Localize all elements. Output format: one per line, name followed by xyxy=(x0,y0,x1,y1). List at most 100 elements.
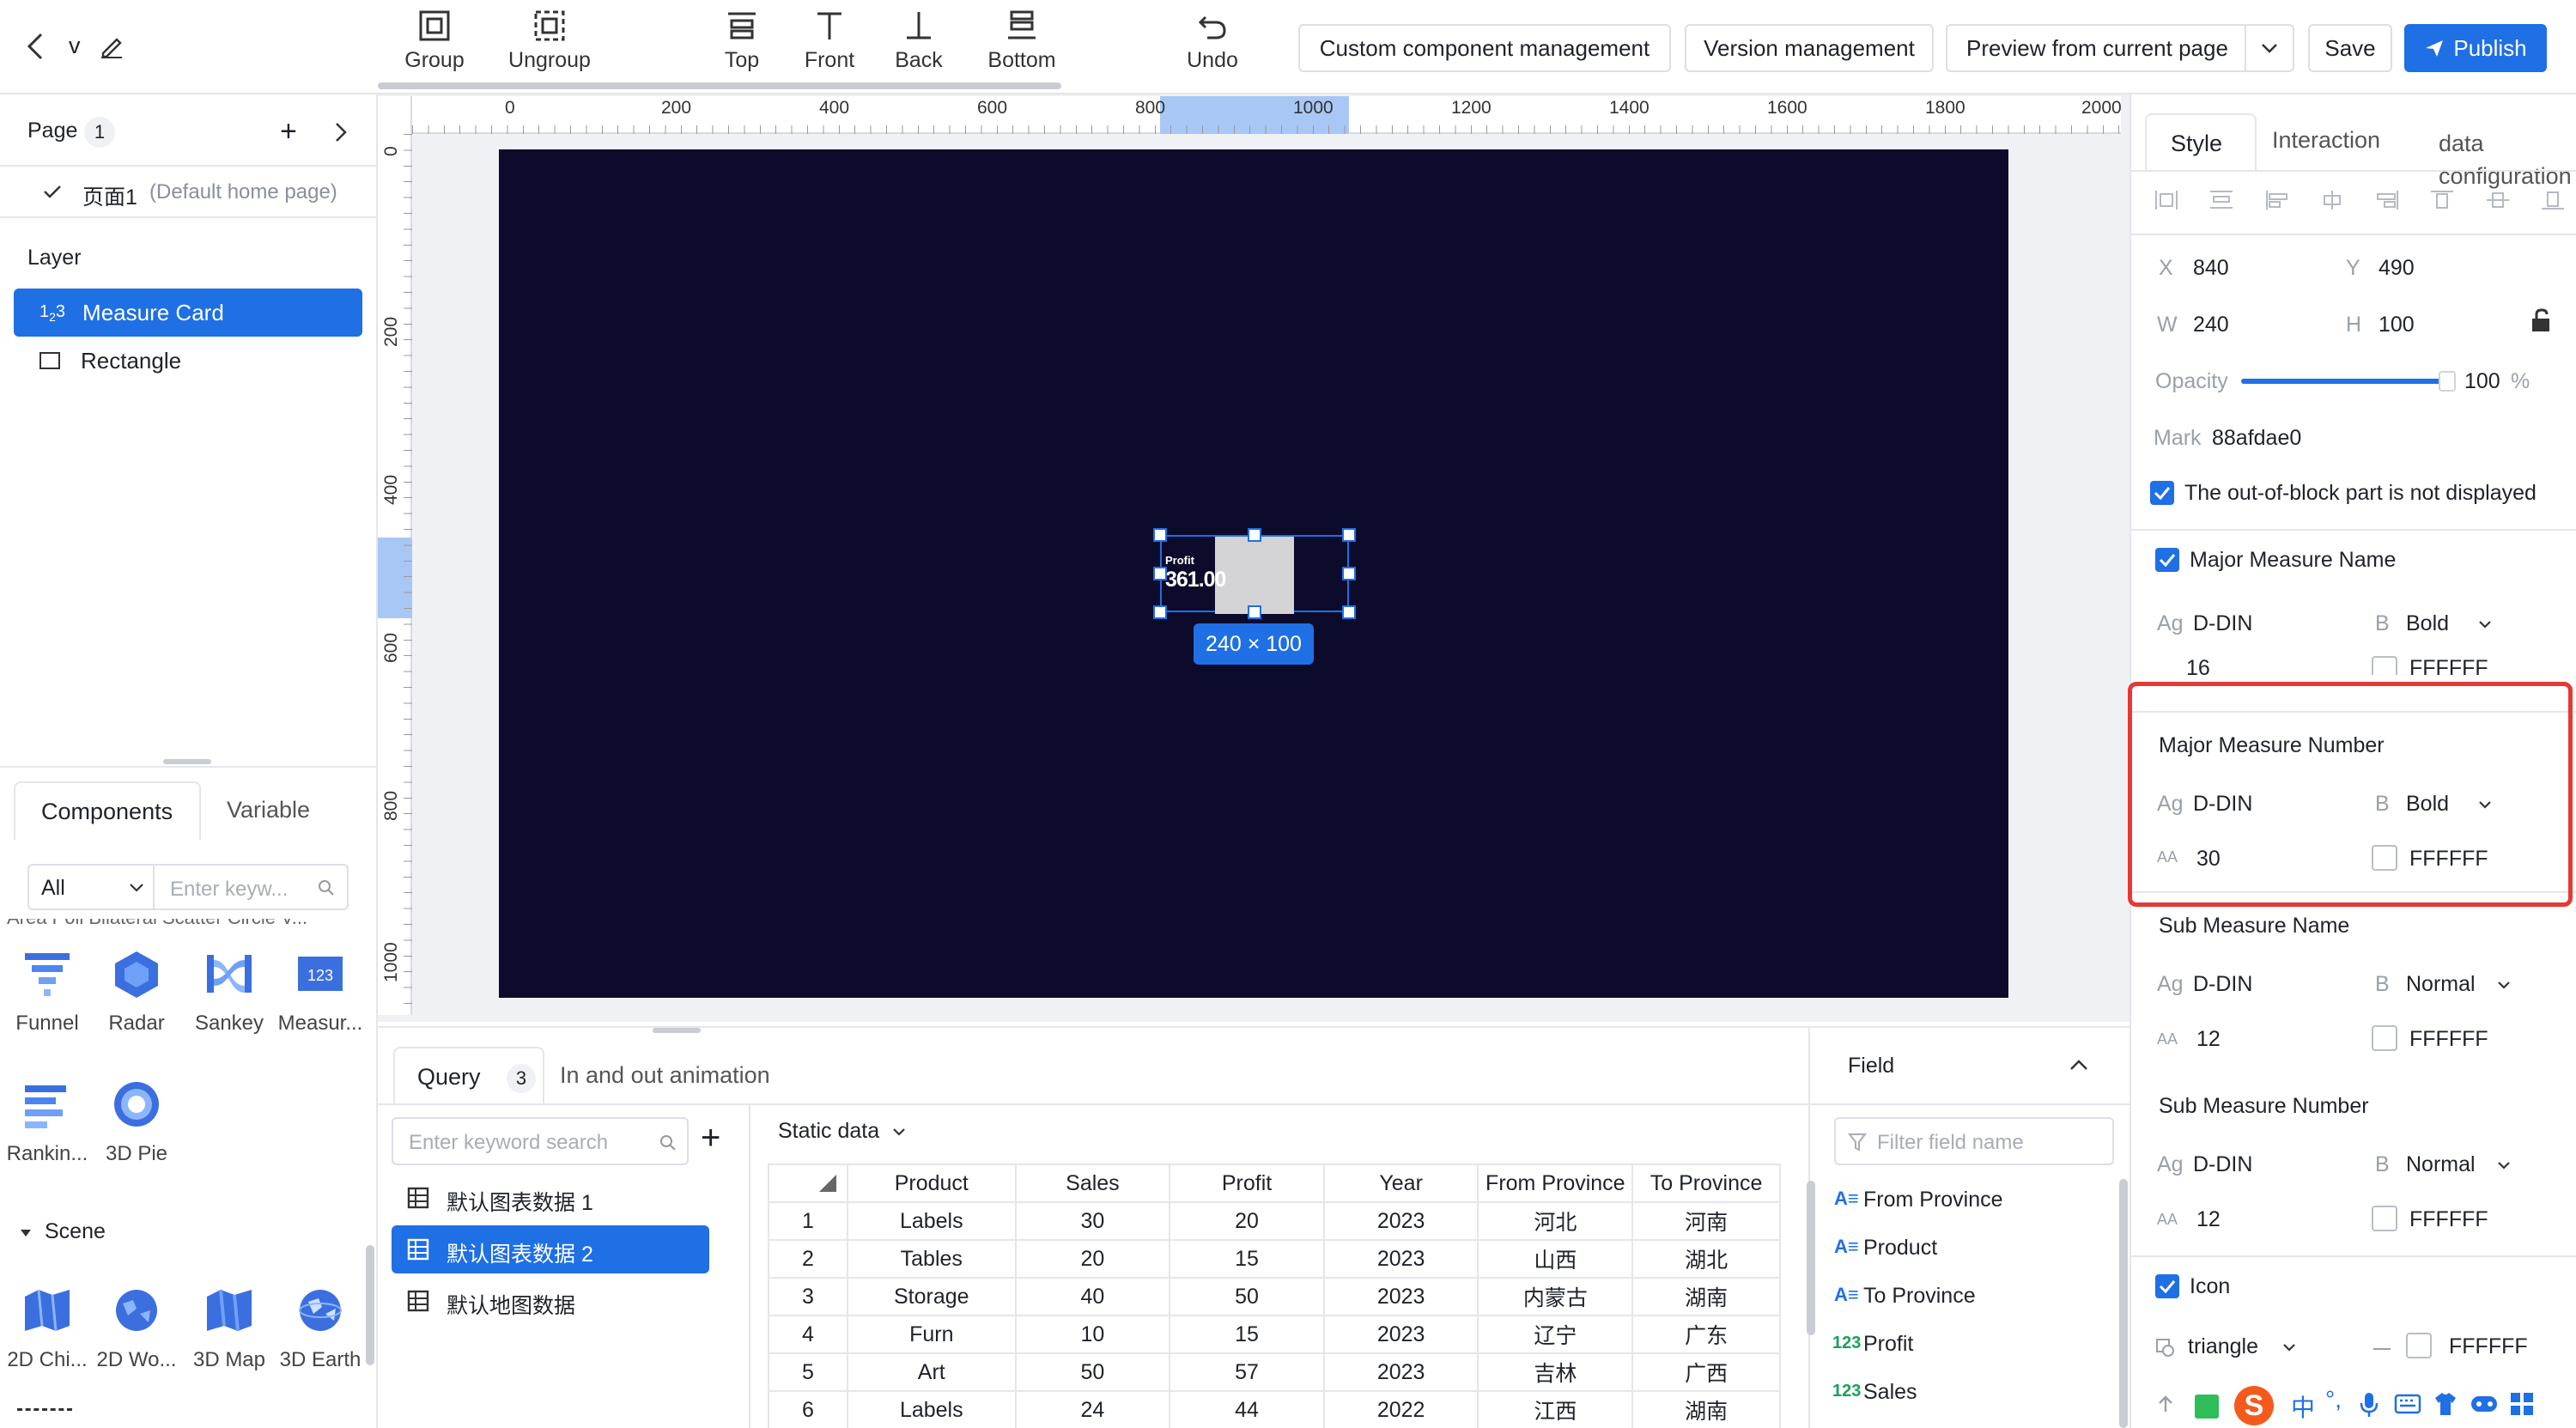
table-cell[interactable]: 20 xyxy=(1014,1239,1171,1279)
field-item[interactable]: A≡ Product xyxy=(1834,1236,1937,1261)
component-search-input[interactable]: Enter keyw... xyxy=(153,864,349,910)
ime-logo-icon[interactable]: S xyxy=(2234,1386,2274,1425)
column-header[interactable]: Sales xyxy=(1014,1164,1171,1203)
preview-button[interactable]: Preview from current page xyxy=(1946,24,2246,72)
component-funnel[interactable]: Funnel xyxy=(0,948,94,1036)
dataset-item-active[interactable]: 默认图表数据 2 xyxy=(392,1225,709,1273)
resize-handle[interactable] xyxy=(1153,528,1167,542)
layer-item-measure-card[interactable]: 123 Measure Card xyxy=(14,289,362,337)
table-cell[interactable]: 2023 xyxy=(1322,1315,1479,1354)
table-cell[interactable]: 40 xyxy=(1014,1277,1171,1316)
version-management-button[interactable]: Version management xyxy=(1685,24,1934,72)
table-cell[interactable]: 20 xyxy=(1169,1201,1325,1241)
tab-data-configuration[interactable]: data configuration xyxy=(2439,127,2576,192)
component-ranking[interactable]: Rankin... xyxy=(0,1079,94,1166)
undo-button[interactable]: Undo xyxy=(1144,9,1281,86)
arrow-up-icon[interactable] xyxy=(2157,1395,2174,1413)
table-cell[interactable]: 24 xyxy=(1014,1390,1171,1428)
table-cell[interactable]: 河南 xyxy=(1631,1201,1781,1241)
x-input[interactable]: 840 xyxy=(2193,256,2229,281)
component-measure[interactable]: 123 Measur... xyxy=(273,948,368,1036)
table-cell[interactable]: 广东 xyxy=(1631,1315,1781,1354)
ungroup-button[interactable]: Ungroup xyxy=(481,9,618,86)
punctuation-icon[interactable]: °, xyxy=(2325,1386,2342,1413)
table-cell[interactable]: 57 xyxy=(1169,1352,1325,1392)
opacity-slider[interactable] xyxy=(2241,371,2456,392)
table-scrollbar[interactable] xyxy=(1807,1181,1815,1335)
resize-handle[interactable] xyxy=(1342,528,1356,542)
overflow-checkbox[interactable] xyxy=(2150,481,2174,505)
sub-number-font[interactable]: D-DIN xyxy=(2193,1152,2252,1177)
column-header[interactable]: Profit xyxy=(1169,1164,1325,1203)
sub-number-color[interactable]: FFFFFF xyxy=(2409,1207,2488,1232)
table-cell[interactable]: Art xyxy=(846,1352,1017,1392)
align-center-icon[interactable] xyxy=(2319,189,2345,211)
add-page-icon[interactable]: + xyxy=(280,117,297,146)
toolbar-scrollbar[interactable] xyxy=(378,82,1061,89)
tab-variable[interactable]: Variable xyxy=(227,797,310,823)
microphone-icon[interactable] xyxy=(2360,1391,2379,1419)
skin-icon[interactable] xyxy=(2432,1391,2459,1417)
field-item[interactable]: 123 Sales xyxy=(1832,1380,1917,1405)
table-cell[interactable]: 吉林 xyxy=(1477,1352,1634,1392)
table-cell[interactable]: 15 xyxy=(1169,1239,1325,1279)
column-header[interactable]: Product xyxy=(846,1164,1017,1203)
table-cell[interactable]: 河北 xyxy=(1477,1201,1634,1241)
major-name-weight[interactable]: Bold xyxy=(2406,611,2449,636)
panel-resize-handle[interactable] xyxy=(163,759,211,764)
caret-down-icon[interactable] xyxy=(19,1228,33,1238)
opacity-slider-thumb[interactable] xyxy=(2439,371,2456,392)
w-input[interactable]: 240 xyxy=(2193,313,2229,337)
h-input[interactable]: 100 xyxy=(2379,313,2415,337)
ime-mode-indicator[interactable]: 中 xyxy=(2291,1389,2315,1424)
table-cell[interactable]: 2022 xyxy=(1322,1390,1479,1428)
table-cell[interactable]: 15 xyxy=(1169,1315,1325,1354)
component-2d-world[interactable]: 2D Wo... xyxy=(89,1285,184,1372)
back-arrow-icon[interactable] xyxy=(24,31,48,62)
table-cell[interactable]: 44 xyxy=(1169,1390,1325,1428)
sub-number-weight[interactable]: Normal xyxy=(2406,1152,2476,1177)
align-top-edge-icon[interactable] xyxy=(2429,189,2455,211)
component-sankey[interactable]: Sankey xyxy=(182,948,276,1036)
icon-shape-select[interactable]: triangle xyxy=(2188,1334,2258,1359)
expand-chevron-icon[interactable] xyxy=(333,120,349,144)
dataset-search-input[interactable]: Enter keyword search xyxy=(392,1117,689,1165)
resize-handle[interactable] xyxy=(1248,605,1261,619)
component-3d-pie[interactable]: 3D Pie xyxy=(89,1079,184,1166)
game-icon[interactable] xyxy=(2470,1393,2499,1415)
field-filter-input[interactable]: Filter field name xyxy=(1834,1117,2114,1165)
icon-checkbox[interactable] xyxy=(2155,1274,2179,1298)
align-left-edge-icon[interactable] xyxy=(2154,189,2179,211)
major-name-size[interactable]: 16 xyxy=(2186,656,2210,675)
measure-card-selection[interactable]: Profit 361.00 xyxy=(1160,535,1349,614)
component-2d-china[interactable]: 2D Chi... xyxy=(0,1285,94,1372)
table-cell[interactable]: Furn xyxy=(846,1315,1017,1354)
preview-dropdown-button[interactable] xyxy=(2245,24,2294,72)
grid-menu-icon[interactable] xyxy=(2509,1391,2535,1417)
collapse-chevron-icon[interactable] xyxy=(2069,1059,2088,1071)
sub-name-color[interactable]: FFFFFF xyxy=(2409,1027,2488,1052)
edit-title-icon[interactable] xyxy=(100,34,124,58)
add-dataset-icon[interactable]: + xyxy=(701,1119,720,1157)
align-bottom-icon[interactable] xyxy=(2540,189,2566,211)
table-cell[interactable]: Labels xyxy=(846,1390,1017,1428)
table-cell[interactable]: 50 xyxy=(1014,1352,1171,1392)
y-input[interactable]: 490 xyxy=(2379,256,2415,281)
table-cell[interactable]: Storage xyxy=(846,1277,1017,1316)
table-cell[interactable]: 30 xyxy=(1014,1201,1171,1241)
table-cell[interactable]: 江西 xyxy=(1477,1390,1634,1428)
table-cell[interactable]: Labels xyxy=(846,1201,1017,1241)
field-item[interactable]: A≡ From Province xyxy=(1834,1188,2003,1212)
color-swatch[interactable] xyxy=(2372,656,2397,675)
static-data-select[interactable]: Static data xyxy=(778,1119,906,1144)
dataset-item[interactable]: 默认地图数据 xyxy=(392,1277,709,1325)
column-header[interactable]: To Province xyxy=(1631,1164,1781,1203)
panel-resize-handle[interactable] xyxy=(653,1028,701,1033)
color-swatch[interactable] xyxy=(2406,1333,2432,1358)
component-3d-map[interactable]: 3D Map xyxy=(182,1285,276,1372)
major-name-font[interactable]: D-DIN xyxy=(2193,611,2252,636)
keyboard-icon[interactable] xyxy=(2394,1393,2421,1415)
custom-component-button[interactable]: Custom component management xyxy=(1298,24,1671,72)
table-cell[interactable]: 辽宁 xyxy=(1477,1315,1634,1354)
opacity-input[interactable]: 100 xyxy=(2464,369,2500,394)
